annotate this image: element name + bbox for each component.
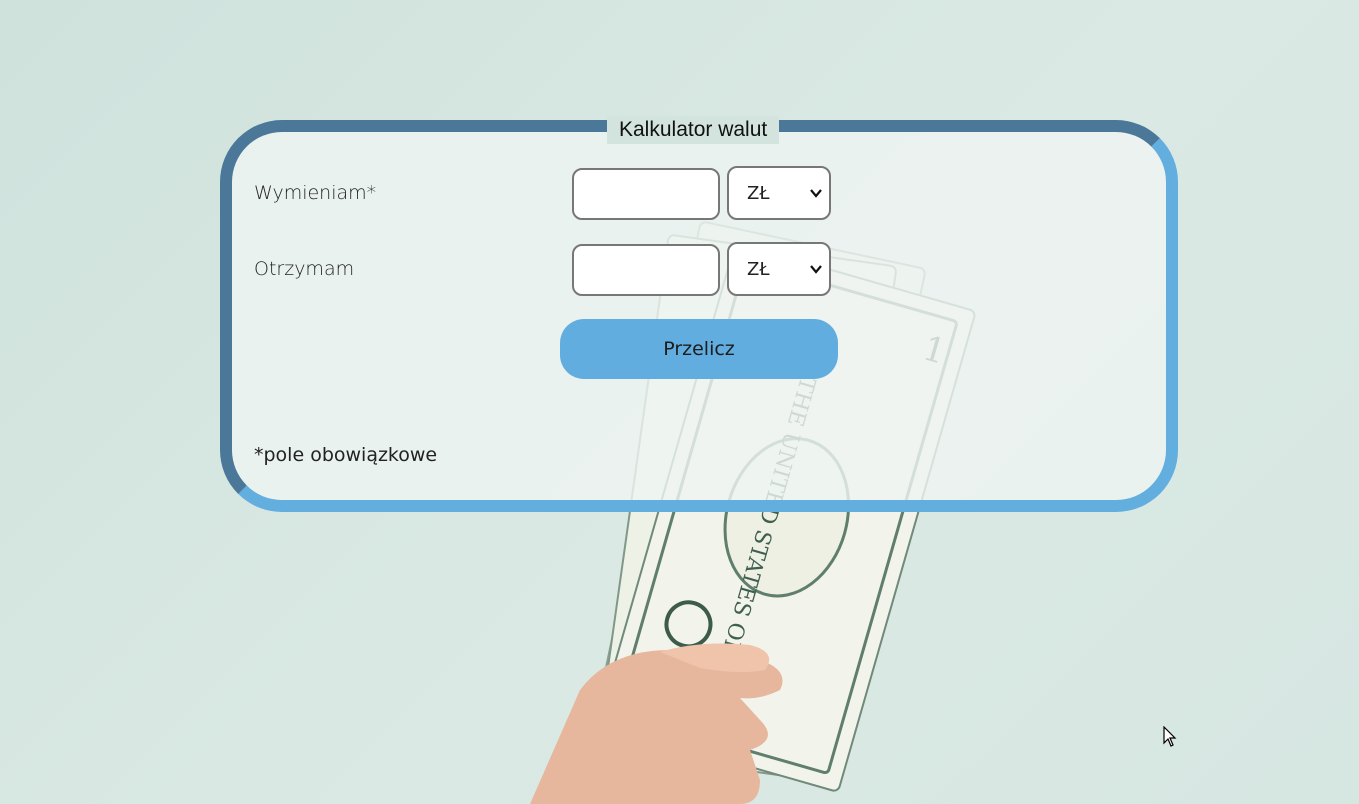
receive-currency-value: ZŁ <box>747 258 770 280</box>
exchange-currency-value: ZŁ <box>747 182 770 204</box>
receive-amount-input[interactable] <box>572 244 720 296</box>
receive-label: Otrzymam <box>254 258 355 280</box>
currency-calculator-form: Kalkulator walut Wymieniam* ZŁ Otrzymam … <box>220 116 1178 512</box>
receive-currency-select[interactable]: ZŁ <box>727 242 831 296</box>
chevron-down-icon <box>810 189 822 198</box>
exchange-label: Wymieniam* <box>254 182 377 204</box>
form-legend: Kalkulator walut <box>607 116 780 144</box>
mouse-pointer-icon <box>1163 726 1177 747</box>
chevron-down-icon <box>810 265 822 274</box>
calculate-button[interactable]: Przelicz <box>560 319 838 379</box>
exchange-currency-select[interactable]: ZŁ <box>727 166 831 220</box>
exchange-amount-input[interactable] <box>572 168 720 220</box>
page: THE UNITED STATES OF AMERICA 1 1 Kalkula… <box>0 0 1359 804</box>
required-field-note: *pole obowiązkowe <box>254 444 438 466</box>
